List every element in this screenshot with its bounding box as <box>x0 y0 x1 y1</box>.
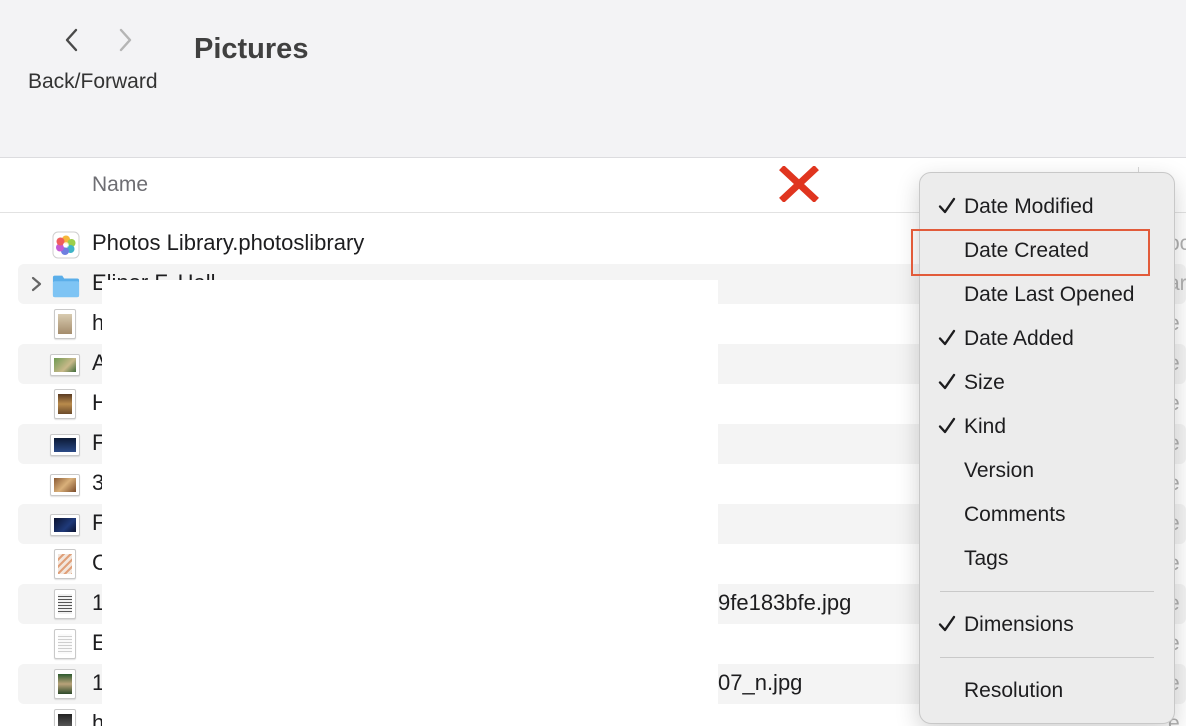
menu-separator <box>940 657 1154 658</box>
redaction-overlay <box>102 280 718 726</box>
menu-item-date-last-opened[interactable]: Date Last Opened <box>920 275 1174 315</box>
image-thumbnail-icon <box>54 669 76 699</box>
menu-item-label: Version <box>964 459 1035 482</box>
annotation-highlight-box <box>911 229 1150 276</box>
disclosure-triangle-icon[interactable] <box>26 273 46 295</box>
image-thumbnail-icon <box>50 434 80 456</box>
menu-item-version[interactable]: Version <box>920 451 1174 491</box>
image-thumbnail-icon <box>54 389 76 419</box>
menu-item-comments[interactable]: Comments <box>920 495 1174 535</box>
menu-separator <box>940 591 1154 592</box>
menu-item-label: Date Modified <box>964 195 1094 218</box>
checkmark-icon <box>938 615 956 632</box>
checkmark-icon <box>938 197 956 214</box>
menu-item-label: Dimensions <box>964 613 1074 636</box>
menu-item-label: Comments <box>964 503 1066 526</box>
menu-item-resolution[interactable]: Resolution <box>920 671 1174 711</box>
image-thumbnail-icon <box>50 474 80 496</box>
image-thumbnail-icon <box>54 629 76 659</box>
image-thumbnail-icon <box>50 514 80 536</box>
checkmark-icon <box>938 329 956 346</box>
back-button[interactable] <box>56 24 88 56</box>
menu-item-tags[interactable]: Tags <box>920 539 1174 579</box>
file-name: Photos Library.photoslibrary <box>92 230 365 255</box>
image-thumbnail-icon <box>54 709 76 726</box>
chevron-left-icon <box>65 28 78 52</box>
file-name-suffix: 07_n.jpg <box>718 670 803 695</box>
close-x-icon[interactable] <box>779 166 819 202</box>
menu-item-label: Tags <box>964 547 1009 570</box>
checkmark-icon <box>938 417 956 434</box>
name-column-header[interactable]: Name <box>92 173 148 197</box>
menu-item-label: Date Added <box>964 327 1074 350</box>
menu-item-dimensions[interactable]: Dimensions <box>920 605 1174 645</box>
chevron-right-icon <box>119 28 132 52</box>
folder-icon <box>52 275 80 298</box>
menu-item-label: Date Last Opened <box>964 283 1135 306</box>
menu-item-date-added[interactable]: Date Added <box>920 319 1174 359</box>
menu-item-kind[interactable]: Kind <box>920 407 1174 447</box>
photos-library-icon <box>52 231 80 259</box>
menu-item-date-modified[interactable]: Date Modified <box>920 187 1174 227</box>
image-thumbnail-icon <box>54 549 76 579</box>
file-name-suffix: 9fe183bfe.jpg <box>718 590 852 615</box>
image-thumbnail-icon <box>50 354 80 376</box>
menu-item-label: Kind <box>964 415 1007 438</box>
image-thumbnail-icon <box>54 309 76 339</box>
nav-label: Back/Forward <box>28 70 158 93</box>
checkmark-icon <box>938 373 956 390</box>
menu-item-size[interactable]: Size <box>920 363 1174 403</box>
menu-item-label: Size <box>964 371 1005 394</box>
menu-item-label: Resolution <box>964 679 1064 702</box>
forward-button[interactable] <box>109 24 141 56</box>
toolbar: Back/Forward Pictures <box>0 0 1186 158</box>
window-title: Pictures <box>194 33 309 65</box>
image-thumbnail-icon <box>54 589 76 619</box>
